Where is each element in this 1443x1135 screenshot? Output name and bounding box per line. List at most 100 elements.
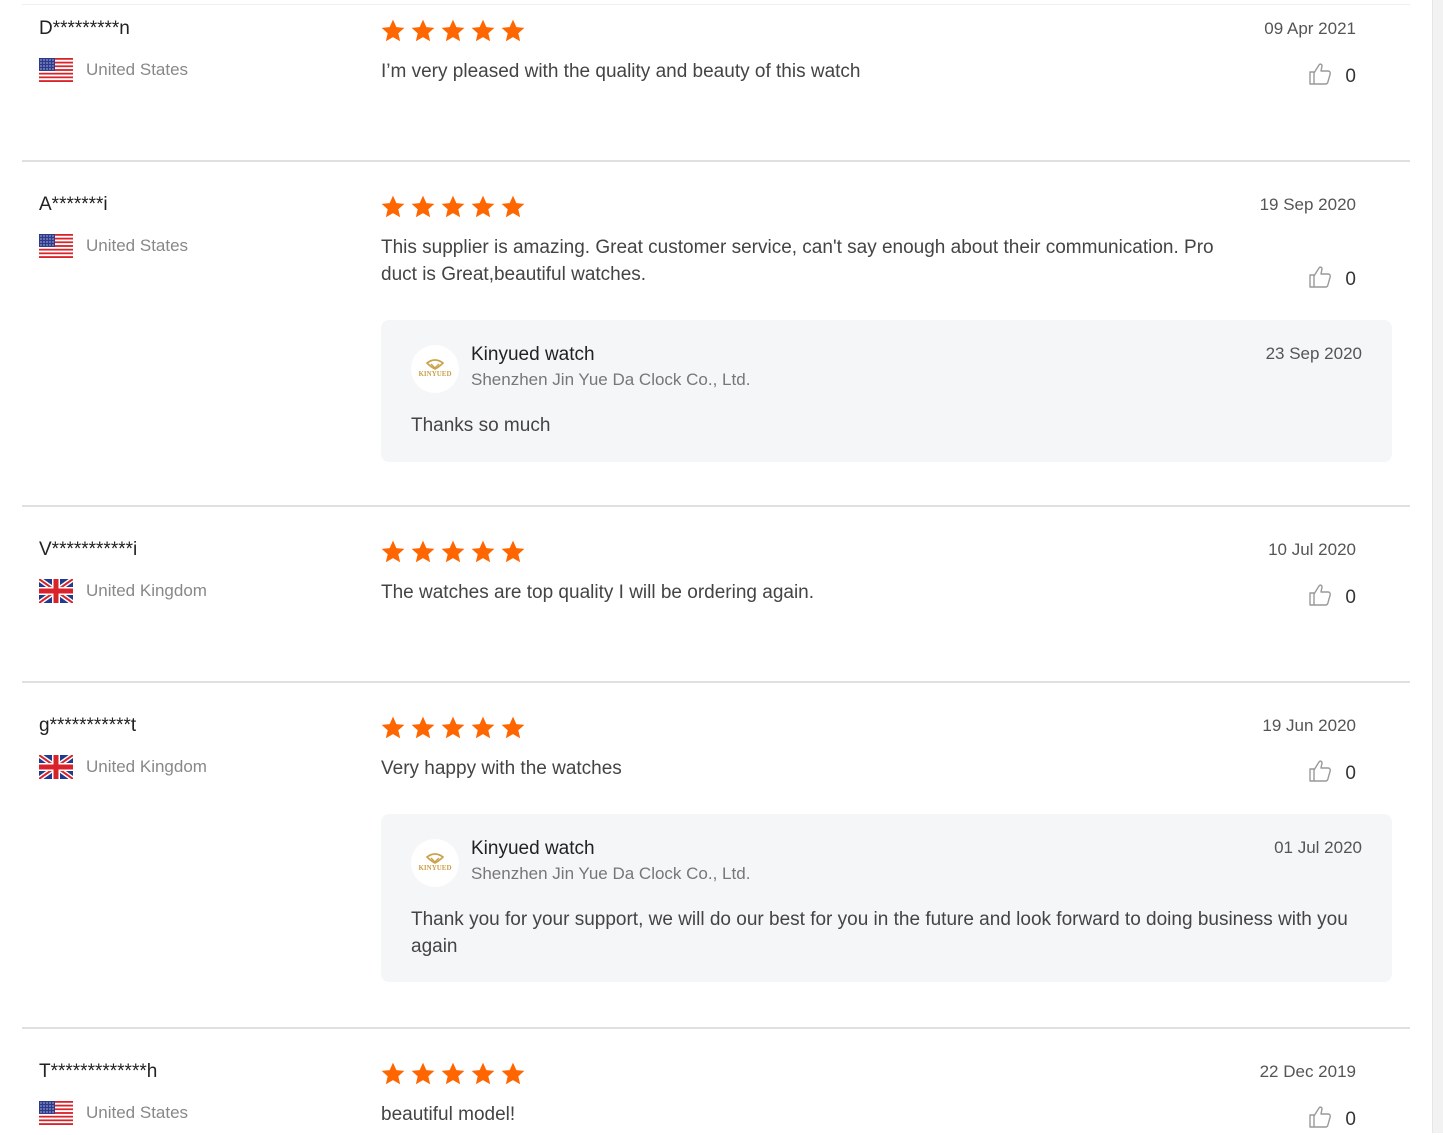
- star-icon: [381, 195, 405, 218]
- review-item: A*******i United States 19 Sep 2020 This…: [22, 194, 1410, 509]
- review-date: 10 Jul 2020: [1268, 540, 1356, 559]
- like-count: 0: [1345, 65, 1356, 87]
- supplier-company: Shenzhen Jin Yue Da Clock Co., Ltd.: [471, 864, 751, 883]
- page-scrollbar[interactable]: [1432, 0, 1443, 1133]
- like-button[interactable]: 0: [1307, 758, 1356, 789]
- thumbs-up-icon[interactable]: [1307, 61, 1333, 92]
- star-icon: [441, 716, 465, 739]
- reviewer-name: A*******i: [39, 194, 108, 215]
- country-name: United States: [86, 60, 189, 79]
- like-button[interactable]: 0: [1307, 61, 1356, 92]
- reviewer-name: T*************h: [39, 1061, 158, 1082]
- star-icon: [471, 195, 495, 218]
- like-count: 0: [1345, 586, 1356, 608]
- review-date: 19 Sep 2020: [1259, 195, 1356, 214]
- like-count: 0: [1345, 268, 1356, 290]
- star-icon: [411, 195, 435, 218]
- reviewer-name: g***********t: [39, 715, 137, 736]
- review-divider: [22, 160, 1410, 162]
- star-icon: [381, 540, 405, 563]
- like-count: 0: [1345, 1108, 1356, 1130]
- star-icon: [441, 540, 465, 563]
- country-name: United States: [86, 1103, 189, 1122]
- supplier-logo: KINYUED: [411, 839, 459, 887]
- review-text: I’m very pleased with the quality and be…: [381, 61, 861, 82]
- star-icon: [501, 540, 525, 563]
- star-icon: [471, 19, 495, 42]
- thumbs-up-icon[interactable]: [1307, 582, 1333, 613]
- star-rating: [380, 539, 530, 565]
- reply-date: 23 Sep 2020: [1265, 344, 1362, 363]
- kinyued-logo-icon: KINYUED: [418, 359, 452, 378]
- thumbs-up-icon[interactable]: [1307, 758, 1333, 789]
- reviewer-country: United Kingdom: [39, 579, 207, 603]
- like-button[interactable]: 0: [1307, 582, 1356, 613]
- star-icon: [411, 1062, 435, 1085]
- review-divider: [22, 681, 1410, 683]
- review-text: beautiful model!: [381, 1104, 516, 1125]
- supplier-name: Kinyued watch: [471, 344, 595, 365]
- star-rating: [380, 715, 530, 741]
- svg-text:KINYUED: KINYUED: [418, 864, 451, 872]
- supplier-logo: KINYUED: [411, 345, 459, 393]
- uk-flag-icon: [39, 579, 73, 603]
- svg-text:KINYUED: KINYUED: [418, 370, 451, 378]
- kinyued-logo-icon: KINYUED: [418, 853, 452, 872]
- star-icon: [501, 1062, 525, 1085]
- star-icon: [411, 540, 435, 563]
- star-icon: [441, 195, 465, 218]
- star-icon: [471, 1062, 495, 1085]
- star-icon: [381, 1062, 405, 1085]
- review-date: 09 Apr 2021: [1264, 19, 1356, 38]
- star-icon: [411, 19, 435, 42]
- star-icon: [411, 716, 435, 739]
- star-icon: [381, 19, 405, 42]
- star-rating: [380, 194, 530, 220]
- like-count: 0: [1345, 762, 1356, 784]
- country-name: United Kingdom: [86, 581, 207, 600]
- reviewer-name: D*********n: [39, 18, 130, 39]
- review-text: The watches are top quality I will be or…: [381, 582, 815, 603]
- review-date: 22 Dec 2019: [1259, 1062, 1356, 1081]
- us-flag-icon: [39, 58, 73, 82]
- supplier-reply: KINYUED Kinyued watch Shenzhen Jin Yue D…: [381, 320, 1392, 462]
- star-icon: [501, 716, 525, 739]
- like-button[interactable]: 0: [1307, 1104, 1356, 1135]
- us-flag-icon: [39, 234, 73, 258]
- star-icon: [471, 540, 495, 563]
- country-name: United States: [86, 236, 189, 255]
- reviewer-name: V***********i: [39, 539, 138, 560]
- review-text: Very happy with the watches: [381, 758, 622, 779]
- review-item: T*************h United States 22 Dec 201…: [22, 1061, 1410, 1133]
- top-divider: [22, 4, 1410, 5]
- thumbs-up-icon[interactable]: [1307, 264, 1333, 295]
- review-item: D*********n United States 09 Apr 2021 I’…: [22, 18, 1410, 163]
- reply-date: 01 Jul 2020: [1274, 838, 1362, 857]
- reviewer-country: United States: [39, 58, 188, 82]
- star-rating: [380, 1061, 530, 1087]
- uk-flag-icon: [39, 755, 73, 779]
- star-icon: [501, 195, 525, 218]
- star-icon: [441, 1062, 465, 1085]
- review-item: g***********t United Kingdom 19 Jun 2020…: [22, 715, 1410, 1031]
- review-text: This supplier is amazing. Great customer…: [381, 237, 1214, 285]
- reviewer-country: United States: [39, 234, 188, 258]
- supplier-company: Shenzhen Jin Yue Da Clock Co., Ltd.: [471, 370, 751, 389]
- country-name: United Kingdom: [86, 757, 207, 776]
- thumbs-up-icon[interactable]: [1307, 1104, 1333, 1135]
- review-divider: [22, 505, 1410, 507]
- star-icon: [381, 716, 405, 739]
- supplier-name: Kinyued watch: [471, 838, 595, 859]
- like-button[interactable]: 0: [1307, 264, 1356, 295]
- review-divider: [22, 1027, 1410, 1029]
- us-flag-icon: [39, 1101, 73, 1125]
- reply-text: Thanks so much: [411, 415, 551, 436]
- review-date: 19 Jun 2020: [1262, 716, 1356, 735]
- reply-text: Thank you for your support, we will do o…: [411, 909, 1348, 957]
- star-icon: [471, 716, 495, 739]
- reviewer-country: United States: [39, 1101, 188, 1125]
- review-item: V***********i United Kingdom 10 Jul 2020…: [22, 539, 1410, 685]
- supplier-reply: KINYUED Kinyued watch Shenzhen Jin Yue D…: [381, 814, 1392, 982]
- reviewer-country: United Kingdom: [39, 755, 207, 779]
- star-icon: [501, 19, 525, 42]
